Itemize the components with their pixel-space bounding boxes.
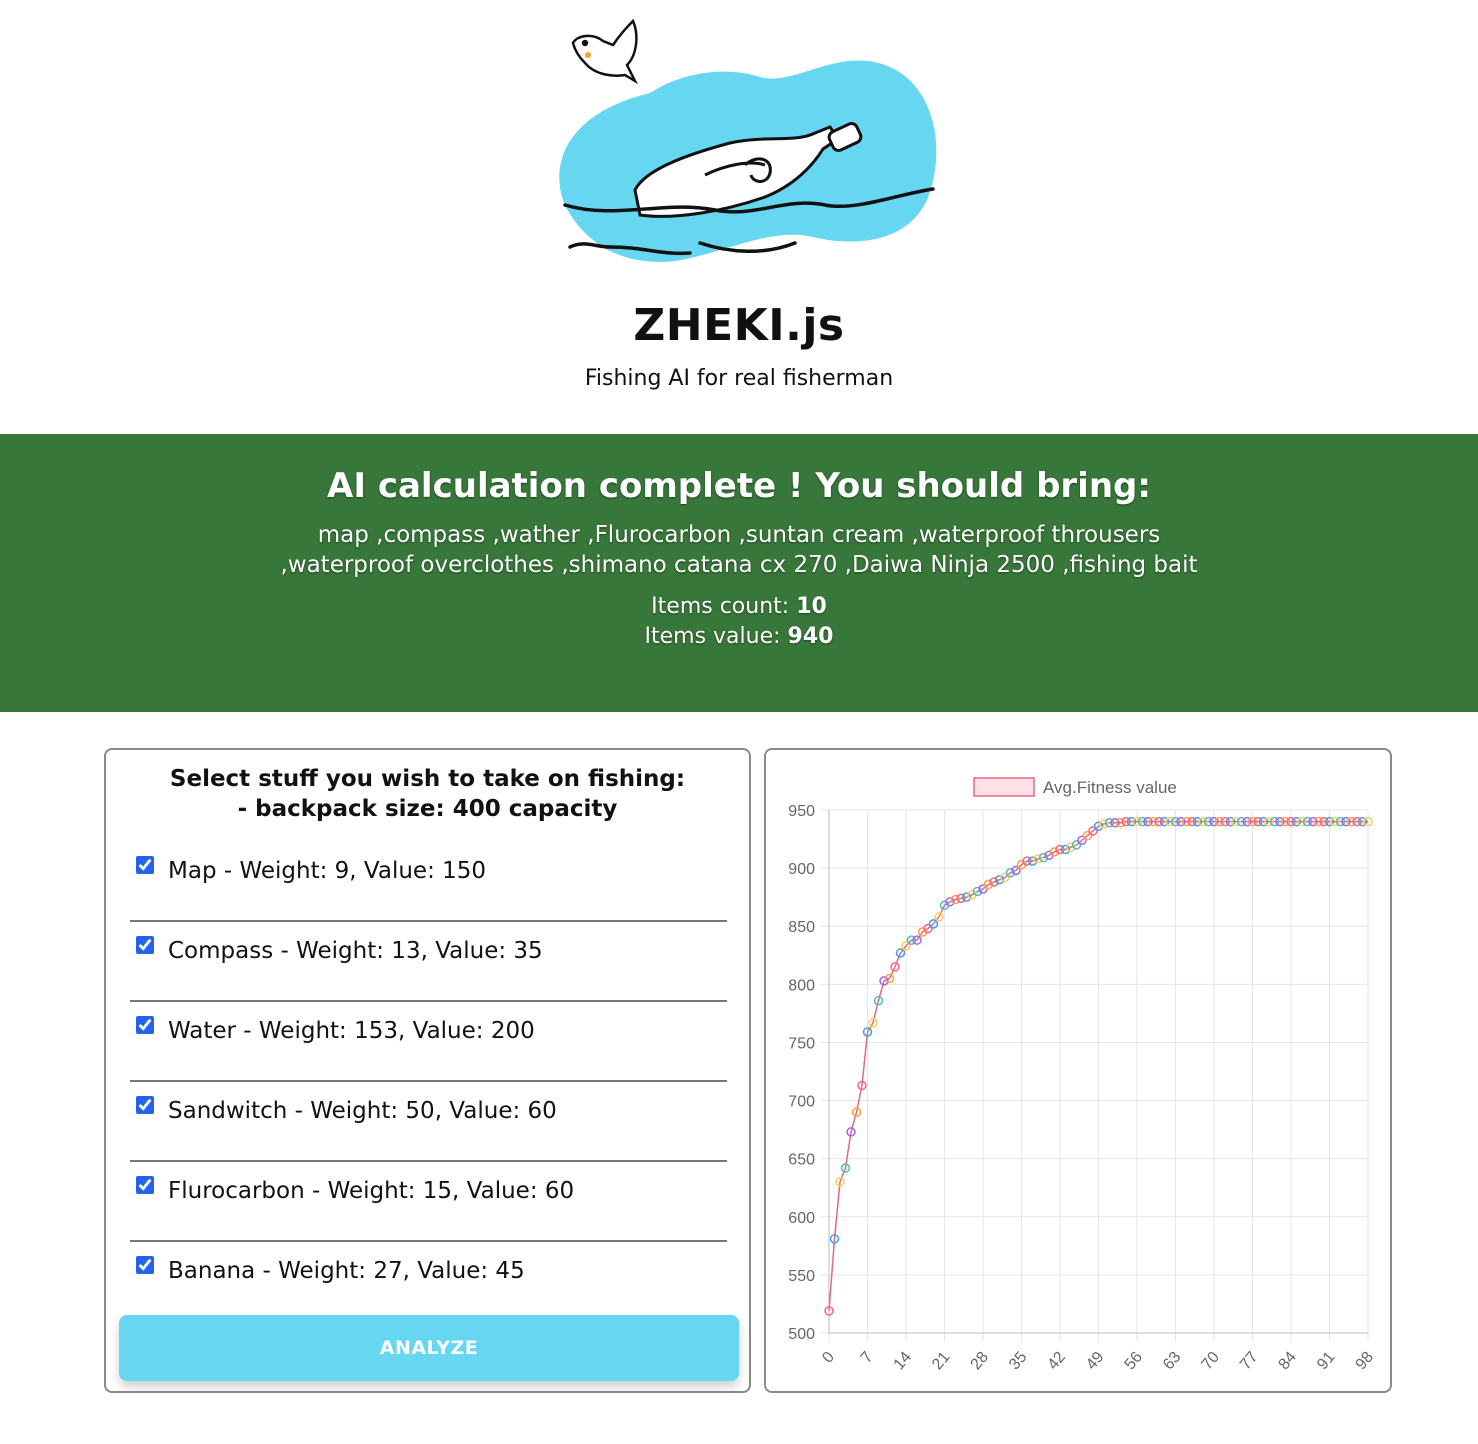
item-checkbox-water[interactable] [136, 1016, 154, 1034]
legend-swatch [973, 777, 1035, 797]
item-label: Flurocarbon - Weight: 15, Value: 60 [168, 1178, 575, 1204]
item-list: Map - Weight: 9, Value: 150 Compass - We… [130, 842, 727, 1322]
item-label: Map - Weight: 9, Value: 150 [168, 858, 487, 884]
x-tick-label: 77 [1237, 1349, 1262, 1374]
x-tick-label: 70 [1199, 1349, 1224, 1374]
x-tick-label: 42 [1045, 1349, 1070, 1374]
list-item: Map - Weight: 9, Value: 150 [130, 842, 727, 922]
y-tick-label: 850 [788, 919, 815, 936]
y-tick-label: 950 [788, 803, 815, 820]
y-tick-label: 500 [788, 1326, 815, 1343]
x-tick-label: 7 [858, 1349, 877, 1367]
x-tick-label: 35 [1006, 1349, 1031, 1374]
result-title: AI calculation complete ! You should bri… [327, 466, 1151, 506]
item-checkbox-compass[interactable] [136, 936, 154, 954]
y-tick-label: 550 [788, 1268, 815, 1285]
y-tick-label: 800 [788, 977, 815, 994]
item-label: Compass - Weight: 13, Value: 35 [168, 938, 543, 964]
x-tick-label: 14 [891, 1349, 916, 1374]
items-value: Items value: 940 [644, 624, 834, 649]
x-tick-label: 56 [1122, 1349, 1147, 1374]
result-banner: AI calculation complete ! You should bri… [0, 434, 1478, 712]
item-label: Water - Weight: 153, Value: 200 [168, 1018, 535, 1044]
items-count: Items count: 10 [651, 594, 827, 619]
item-checkbox-flurocarbon[interactable] [136, 1176, 154, 1194]
item-checkbox-sandwitch[interactable] [136, 1096, 154, 1114]
app-subtitle: Fishing AI for real fisherman [584, 366, 894, 391]
list-item: Compass - Weight: 13, Value: 35 [130, 922, 727, 1002]
selector-title: Select stuff you wish to take on fishing… [169, 766, 686, 822]
list-item: Flurocarbon - Weight: 15, Value: 60 [130, 1162, 727, 1242]
item-selector-panel: Select stuff you wish to take on fishing… [104, 748, 751, 1393]
result-items: map ,compass ,wather ,Flurocarbon ,sunta… [280, 522, 1198, 578]
fitness-line-chart: Avg.Fitness value50055060065070075080085… [788, 777, 1378, 1374]
y-tick-label: 600 [788, 1210, 815, 1227]
bottle-in-sea-logo-icon [559, 18, 937, 262]
item-checkbox-banana[interactable] [136, 1256, 154, 1274]
x-tick-label: 63 [1160, 1349, 1185, 1374]
x-tick-label: 0 [819, 1349, 838, 1367]
x-tick-label: 84 [1276, 1349, 1301, 1374]
app-title: ZHEKI.js [633, 300, 845, 351]
items-value-value: 940 [787, 624, 834, 649]
x-tick-label: 49 [1083, 1349, 1108, 1374]
analyze-button[interactable]: ANALYZE [119, 1315, 739, 1381]
y-tick-label: 650 [788, 1152, 815, 1169]
legend-label: Avg.Fitness value [1043, 778, 1177, 797]
items-count-value: 10 [796, 594, 827, 619]
fitness-chart-panel: Avg.Fitness value 500 550 600 650 700 750 800 85… [764, 748, 1392, 1393]
result-stats: Items count: 10 Items value: 940 [0, 592, 1478, 652]
item-label: Sandwitch - Weight: 50, Value: 60 [168, 1098, 557, 1124]
item-label: Banana - Weight: 27, Value: 45 [168, 1258, 525, 1284]
x-tick-label: 98 [1353, 1349, 1378, 1374]
x-tick-label: 21 [929, 1349, 954, 1374]
x-tick-label: 28 [968, 1349, 993, 1374]
bird-icon [571, 18, 639, 85]
item-checkbox-map[interactable] [136, 856, 154, 874]
x-tick-label: 91 [1314, 1349, 1339, 1374]
header: ZHEKI.js Fishing AI for real fisherman [0, 0, 1478, 434]
y-tick-label: 750 [788, 1035, 815, 1052]
y-tick-label: 700 [788, 1094, 815, 1111]
list-item: Water - Weight: 153, Value: 200 [130, 1002, 727, 1082]
y-tick-label: 900 [788, 861, 815, 878]
list-item: Banana - Weight: 27, Value: 45 [130, 1242, 727, 1322]
list-item: Sandwitch - Weight: 50, Value: 60 [130, 1082, 727, 1162]
